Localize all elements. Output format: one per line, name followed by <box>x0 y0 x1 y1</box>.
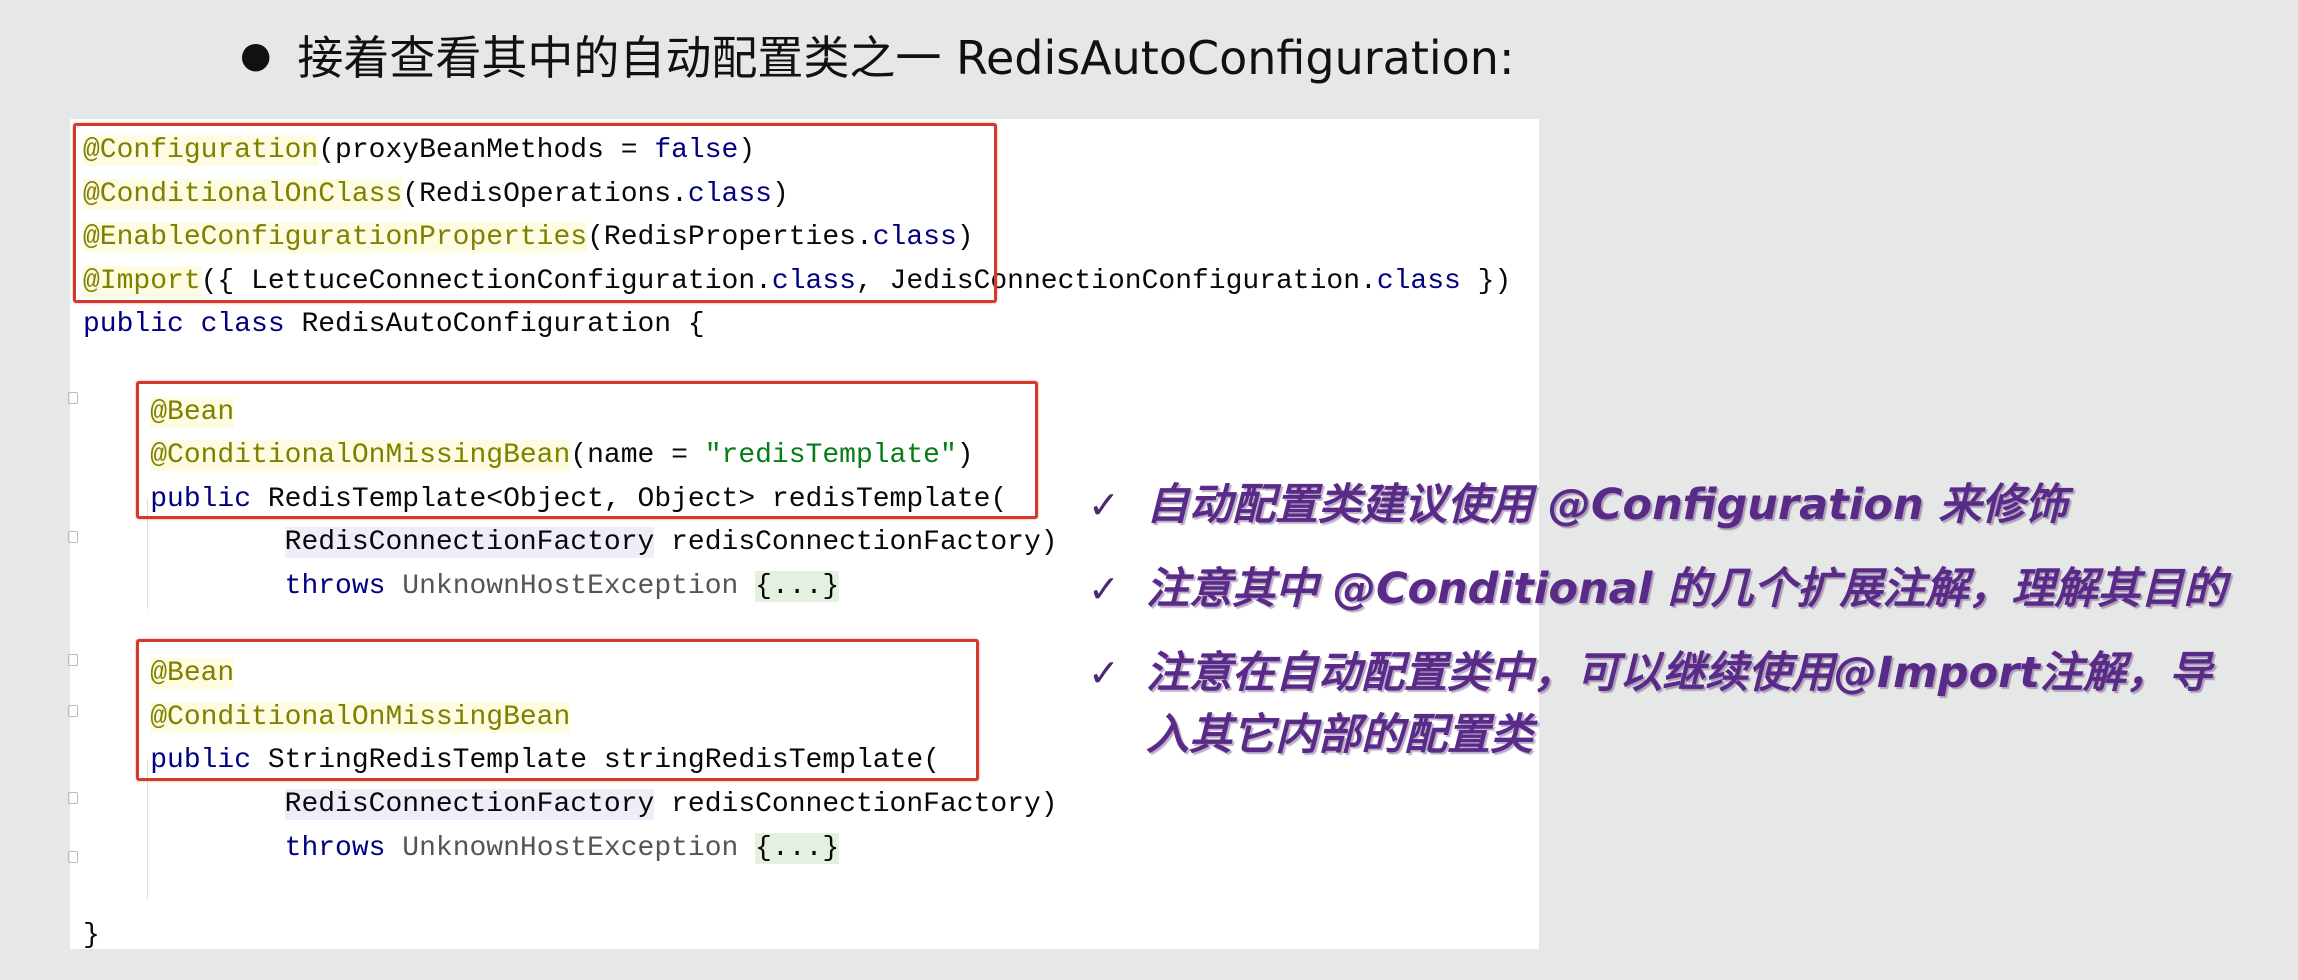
notes-list: ✓ 自动配置类建议使用 @Configuration 来修饰 ✓ 注意其中 @C… <box>1088 474 2298 788</box>
code-token: redisConnectionFactory) <box>654 788 1058 820</box>
slide-title: ● 接着查看其中的自动配置类之一 RedisAutoConfiguration: <box>240 22 1514 88</box>
note-text: 自动配置类建议使用 @Configuration 来修饰 <box>1146 480 2068 530</box>
highlight-box-string-redis-template-bean <box>136 639 979 781</box>
code-token-kw: throws <box>284 832 386 864</box>
code-token-kw: class <box>1376 265 1461 297</box>
fold-marker-icon[interactable] <box>68 705 78 717</box>
code-token: }) <box>1460 265 1512 297</box>
highlight-box-redis-template-bean <box>136 381 1038 519</box>
code-token: } <box>83 919 100 951</box>
note-text: 注意在自动配置类中，可以继续使用@Import注解，导入其它内部的配置类 <box>1146 648 2212 760</box>
note-item: ✓ 注意其中 @Conditional 的几个扩展注解，理解其目的 <box>1088 558 2298 620</box>
check-icon: ✓ <box>1088 567 1120 611</box>
highlight-box-class-annotations <box>73 123 997 303</box>
note-item: ✓ 注意在自动配置类中，可以继续使用@Import注解，导入其它内部的配置类 <box>1088 642 2298 766</box>
fold-marker-icon[interactable] <box>68 851 78 863</box>
fold-marker-icon[interactable] <box>68 654 78 666</box>
note-text: 注意其中 @Conditional 的几个扩展注解，理解其目的 <box>1146 564 2227 614</box>
code-token-fold: {...} <box>755 570 840 602</box>
code-line: RedisConnectionFactory redisConnectionFa… <box>83 783 1511 827</box>
code-token: RedisAutoConfiguration { <box>284 309 705 341</box>
code-token-kw: public class <box>83 309 285 341</box>
code-line: } <box>83 914 1511 958</box>
code-token-kw: throws <box>284 570 386 602</box>
fold-marker-icon[interactable] <box>68 392 78 404</box>
code-token-ptype: RedisConnectionFactory <box>284 527 655 559</box>
code-line: public class RedisAutoConfiguration { <box>83 303 1511 347</box>
slide-title-text: 接着查看其中的自动配置类之一 RedisAutoConfiguration: <box>297 31 1515 85</box>
check-icon: ✓ <box>1088 651 1120 695</box>
code-token-fold: {...} <box>755 832 840 864</box>
fold-marker-icon[interactable] <box>68 531 78 543</box>
code-token-muted: UnknownHostException <box>402 570 739 602</box>
code-line: throws UnknownHostException {...} <box>83 827 1511 871</box>
check-icon: ✓ <box>1088 483 1120 527</box>
fold-marker-icon[interactable] <box>68 792 78 804</box>
bullet-icon: ● <box>240 34 272 76</box>
code-token-ptype: RedisConnectionFactory <box>284 788 655 820</box>
note-item: ✓ 自动配置类建议使用 @Configuration 来修饰 <box>1088 474 2298 536</box>
code-token-muted: UnknownHostException <box>402 832 739 864</box>
code-token: redisConnectionFactory) <box>654 527 1058 559</box>
